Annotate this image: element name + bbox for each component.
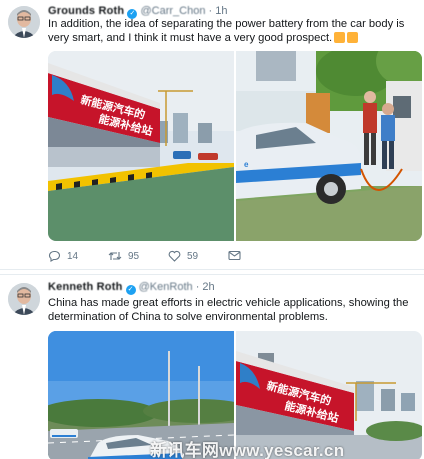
reply-count: 14 [67,250,79,262]
taxi-charging-illustration: e [236,51,422,241]
retweet-button[interactable]: 95 [108,250,139,262]
tweet[interactable]: Kenneth Roth ✓ @KenRoth · 2h China has m… [0,274,424,459]
charging-station-illustration: 新能源汽车的 能源补给站 [48,51,234,241]
tweet-media-grid: 新能源汽车的 能源补给站 [48,51,422,241]
media-photo-taxi-charging[interactable]: e [236,51,422,241]
like-count: 59 [187,250,199,262]
watermark: 新讯车网www.yescar.cn [150,441,345,459]
avatar[interactable] [8,283,40,315]
media-photo-charging-station[interactable]: 新能源汽车的 能源补给站 [48,51,234,241]
retweet-icon [108,252,122,260]
thumbs-up-emoji-icon [347,32,359,43]
author-name[interactable]: Kenneth Roth [48,281,123,293]
taxi-logo: e [244,160,249,169]
retweet-count: 95 [128,250,140,262]
tweet-text: In addition, the idea of separating the … [48,17,416,45]
reply-button[interactable]: 14 [48,250,78,262]
heart-icon [168,250,181,262]
author-handle[interactable]: @Carr_Chon [140,5,205,17]
direct-message-button[interactable] [228,250,241,261]
tweet-header: Kenneth Roth ✓ @KenRoth · 2h [48,281,215,295]
tweet-timestamp[interactable]: 2h [202,281,214,293]
author-handle[interactable]: @KenRoth [139,281,193,293]
author-name[interactable]: Grounds Roth [48,5,124,17]
tweet-actions: 14 95 59 [48,250,348,266]
tweet-timestamp[interactable]: 1h [215,5,227,17]
tweet-text: China has made great efforts in electric… [48,297,409,323]
avatar[interactable] [8,6,40,38]
separator-dot: · [208,5,213,17]
envelope-icon [228,250,241,261]
separator-dot: · [195,281,200,293]
like-button[interactable]: 59 [168,250,198,262]
verified-badge-icon: ✓ [125,285,136,295]
tweet[interactable]: Grounds Roth ✓ @Carr_Chon · 1h In additi… [0,0,424,270]
thumbs-up-emoji-icon [334,32,346,43]
reply-icon [48,250,61,262]
